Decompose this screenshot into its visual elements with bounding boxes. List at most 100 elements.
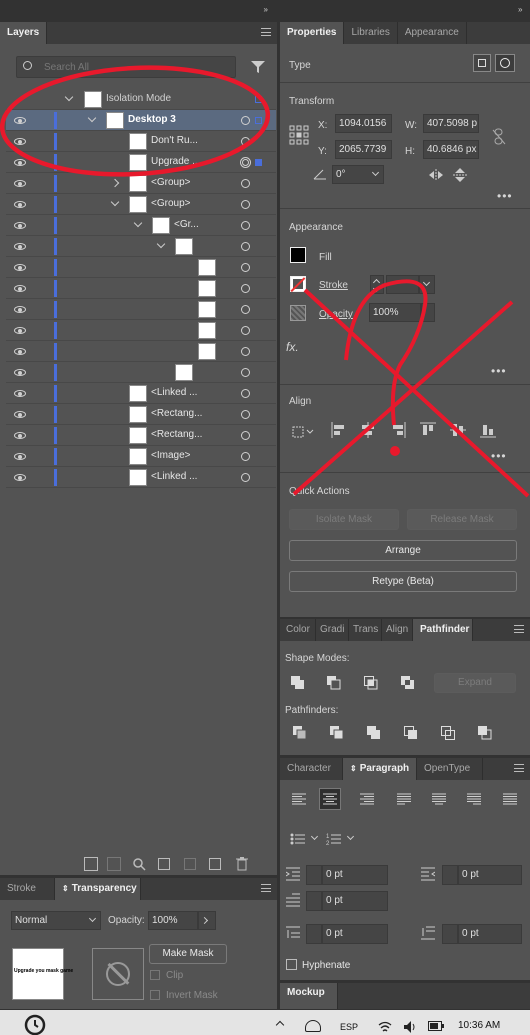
minus-back-icon[interactable] <box>478 726 492 740</box>
x-field[interactable]: 1094.0156 <box>335 114 392 133</box>
outline-icon[interactable] <box>441 726 455 740</box>
flip-horizontal-icon[interactable] <box>428 169 444 181</box>
space-before-stepper[interactable] <box>306 924 322 944</box>
space-after-stepper[interactable] <box>442 924 458 944</box>
layer-row[interactable] <box>6 257 276 278</box>
eye-icon[interactable] <box>14 243 26 250</box>
target-icon[interactable] <box>241 284 250 293</box>
eye-icon[interactable] <box>14 159 26 166</box>
arrange-button[interactable]: Arrange <box>289 540 517 561</box>
layer-row[interactable]: <Gr... <box>6 215 276 236</box>
eye-icon[interactable] <box>14 474 26 481</box>
layer-row-desktop-3[interactable]: Desktop 3 <box>6 110 276 131</box>
eye-icon[interactable] <box>14 138 26 145</box>
transparency-menu-icon[interactable] <box>261 884 271 892</box>
minus-front-icon[interactable] <box>327 676 341 690</box>
fx-icon[interactable]: fx. <box>286 340 299 354</box>
crop-icon[interactable] <box>404 726 418 740</box>
layer-row[interactable] <box>6 341 276 362</box>
appearance-opacity-field[interactable]: 100% <box>369 303 421 322</box>
target-icon[interactable] <box>241 347 250 356</box>
stroke-stepper[interactable] <box>370 275 384 294</box>
intersect-icon[interactable] <box>364 676 378 690</box>
layer-row[interactable] <box>6 278 276 299</box>
clock-time[interactable]: 10:36 AM <box>458 1020 500 1031</box>
tab-transparency-short[interactable]: Trans <box>349 619 382 641</box>
eye-icon[interactable] <box>14 285 26 292</box>
opacity-field[interactable]: 100% <box>148 911 198 930</box>
stroke-label[interactable]: Stroke <box>319 280 348 291</box>
tab-libraries[interactable]: Libraries <box>344 22 398 44</box>
eye-icon[interactable] <box>14 453 26 460</box>
clock-app-icon[interactable] <box>24 1013 46 1035</box>
eye-icon[interactable] <box>14 411 26 418</box>
target-icon[interactable] <box>241 242 250 251</box>
stroke-weight-field[interactable] <box>386 275 419 294</box>
layers-search[interactable]: Search All <box>16 56 236 78</box>
collect-export-icon[interactable] <box>84 857 98 871</box>
chevron-down-icon[interactable] <box>64 92 74 102</box>
reference-point-icon[interactable] <box>289 125 309 145</box>
language-indicator[interactable]: ESP <box>340 1022 358 1032</box>
first-line-indent-field[interactable]: 0 pt <box>322 891 388 911</box>
flip-vertical-icon[interactable] <box>453 168 467 182</box>
eye-icon[interactable] <box>14 306 26 313</box>
eye-icon[interactable] <box>14 201 26 208</box>
constrain-proportions-icon[interactable] <box>491 128 507 146</box>
layer-row[interactable]: <Group> <box>6 194 276 215</box>
retype-button[interactable]: Retype (Beta) <box>289 571 517 592</box>
eye-icon[interactable] <box>14 117 26 124</box>
artboard-type-icon[interactable] <box>473 54 491 72</box>
tab-character[interactable]: Character <box>280 758 343 780</box>
eye-icon[interactable] <box>14 348 26 355</box>
align-to-selection-icon[interactable] <box>292 423 314 439</box>
trash-icon[interactable] <box>236 857 248 871</box>
space-after-field[interactable]: 0 pt <box>458 924 522 944</box>
eye-icon[interactable] <box>14 180 26 187</box>
tab-stroke[interactable]: Stroke <box>0 878 55 900</box>
stroke-swatch[interactable] <box>290 276 306 292</box>
target-icon[interactable] <box>241 116 250 125</box>
appearance-more-icon[interactable]: ••• <box>491 364 507 378</box>
layer-row[interactable] <box>6 362 276 383</box>
eye-icon[interactable] <box>14 264 26 271</box>
merge-icon[interactable] <box>367 726 381 740</box>
eye-icon[interactable] <box>14 222 26 229</box>
target-icon[interactable] <box>241 368 250 377</box>
paragraph-menu-icon[interactable] <box>514 764 524 772</box>
target-icon[interactable] <box>240 157 251 168</box>
layers-menu-icon[interactable] <box>261 28 271 36</box>
pathfinder-menu-icon[interactable] <box>514 625 524 633</box>
layer-row[interactable]: <Image> <box>6 446 276 467</box>
tab-appearance[interactable]: Appearance <box>398 22 467 44</box>
layer-row[interactable]: Don't Ru... <box>6 131 276 152</box>
selection-indicator[interactable] <box>255 96 262 103</box>
layer-row[interactable]: <Linked ... <box>6 467 276 488</box>
chevron-right-icon[interactable] <box>110 178 120 188</box>
target-icon[interactable] <box>241 305 250 314</box>
tab-mockup[interactable]: Mockup <box>280 983 338 1009</box>
tab-transparency[interactable]: ⇕ Transparency <box>55 878 141 900</box>
layer-row[interactable]: Upgrade ... <box>6 152 276 173</box>
layer-row[interactable]: <Rectang... <box>6 404 276 425</box>
eye-icon[interactable] <box>14 327 26 334</box>
invert-mask-checkbox[interactable] <box>150 990 160 1000</box>
cloud-icon[interactable] <box>305 1020 321 1032</box>
h-field[interactable]: 40.6846 px <box>423 140 479 159</box>
target-icon[interactable] <box>241 326 250 335</box>
object-type-icon[interactable] <box>495 54 515 72</box>
w-field[interactable]: 407.5098 p <box>423 114 479 133</box>
space-before-field[interactable]: 0 pt <box>322 924 388 944</box>
opacity-dropdown[interactable] <box>421 303 435 322</box>
expand-button[interactable]: Expand <box>434 673 516 693</box>
layer-row[interactable]: <Linked ... <box>6 383 276 404</box>
wifi-icon[interactable] <box>378 1020 392 1034</box>
layer-row[interactable] <box>6 299 276 320</box>
bullets-dropdown-icon[interactable] <box>310 832 319 841</box>
target-icon[interactable] <box>241 137 250 146</box>
numbering-dropdown-icon[interactable] <box>346 832 355 841</box>
justify-right-icon[interactable] <box>467 792 481 806</box>
target-icon[interactable] <box>241 200 250 209</box>
tab-properties[interactable]: Properties <box>280 22 345 44</box>
eye-icon[interactable] <box>14 390 26 397</box>
